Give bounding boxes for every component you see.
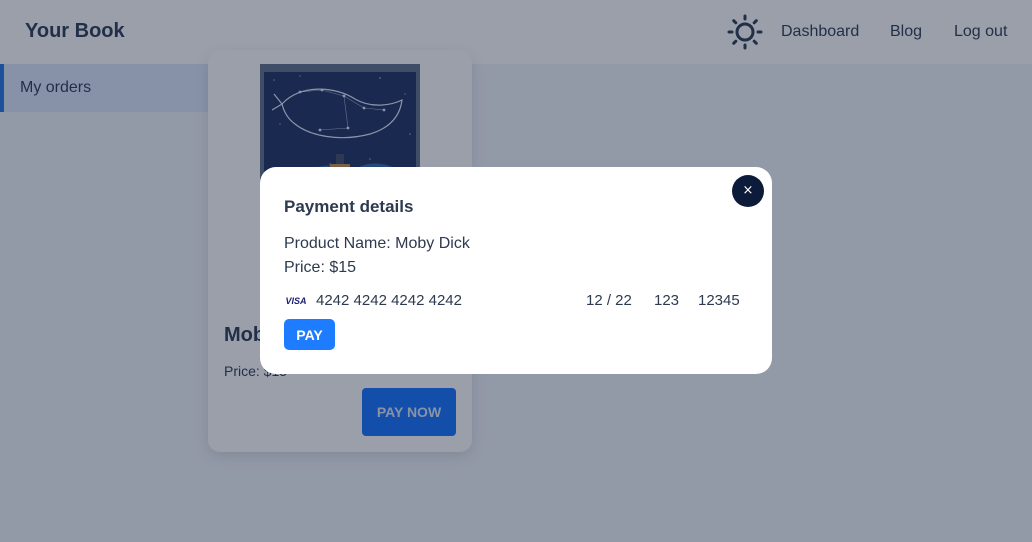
modal-title: Payment details [284,197,414,216]
card-cvc-input[interactable]: 123 [654,292,679,309]
price-text: Price: $15 [284,259,357,276]
card-number-input[interactable]: 4242 4242 4242 4242 [316,292,462,309]
payment-modal: × Payment details Product Name: Moby Dic… [260,167,772,374]
svg-text:VISA: VISA [285,296,306,306]
card-zip-input[interactable]: 12345 [698,292,740,309]
app-page: Your Book Dashboard Blog Log out My orde… [0,0,1032,542]
visa-icon: VISA [285,296,306,306]
close-icon[interactable]: × [732,175,764,207]
card-expiry-input[interactable]: 12 / 22 [586,292,632,309]
product-name-text: Product Name: Moby Dick [284,235,470,252]
pay-button[interactable]: PAY [284,319,335,350]
